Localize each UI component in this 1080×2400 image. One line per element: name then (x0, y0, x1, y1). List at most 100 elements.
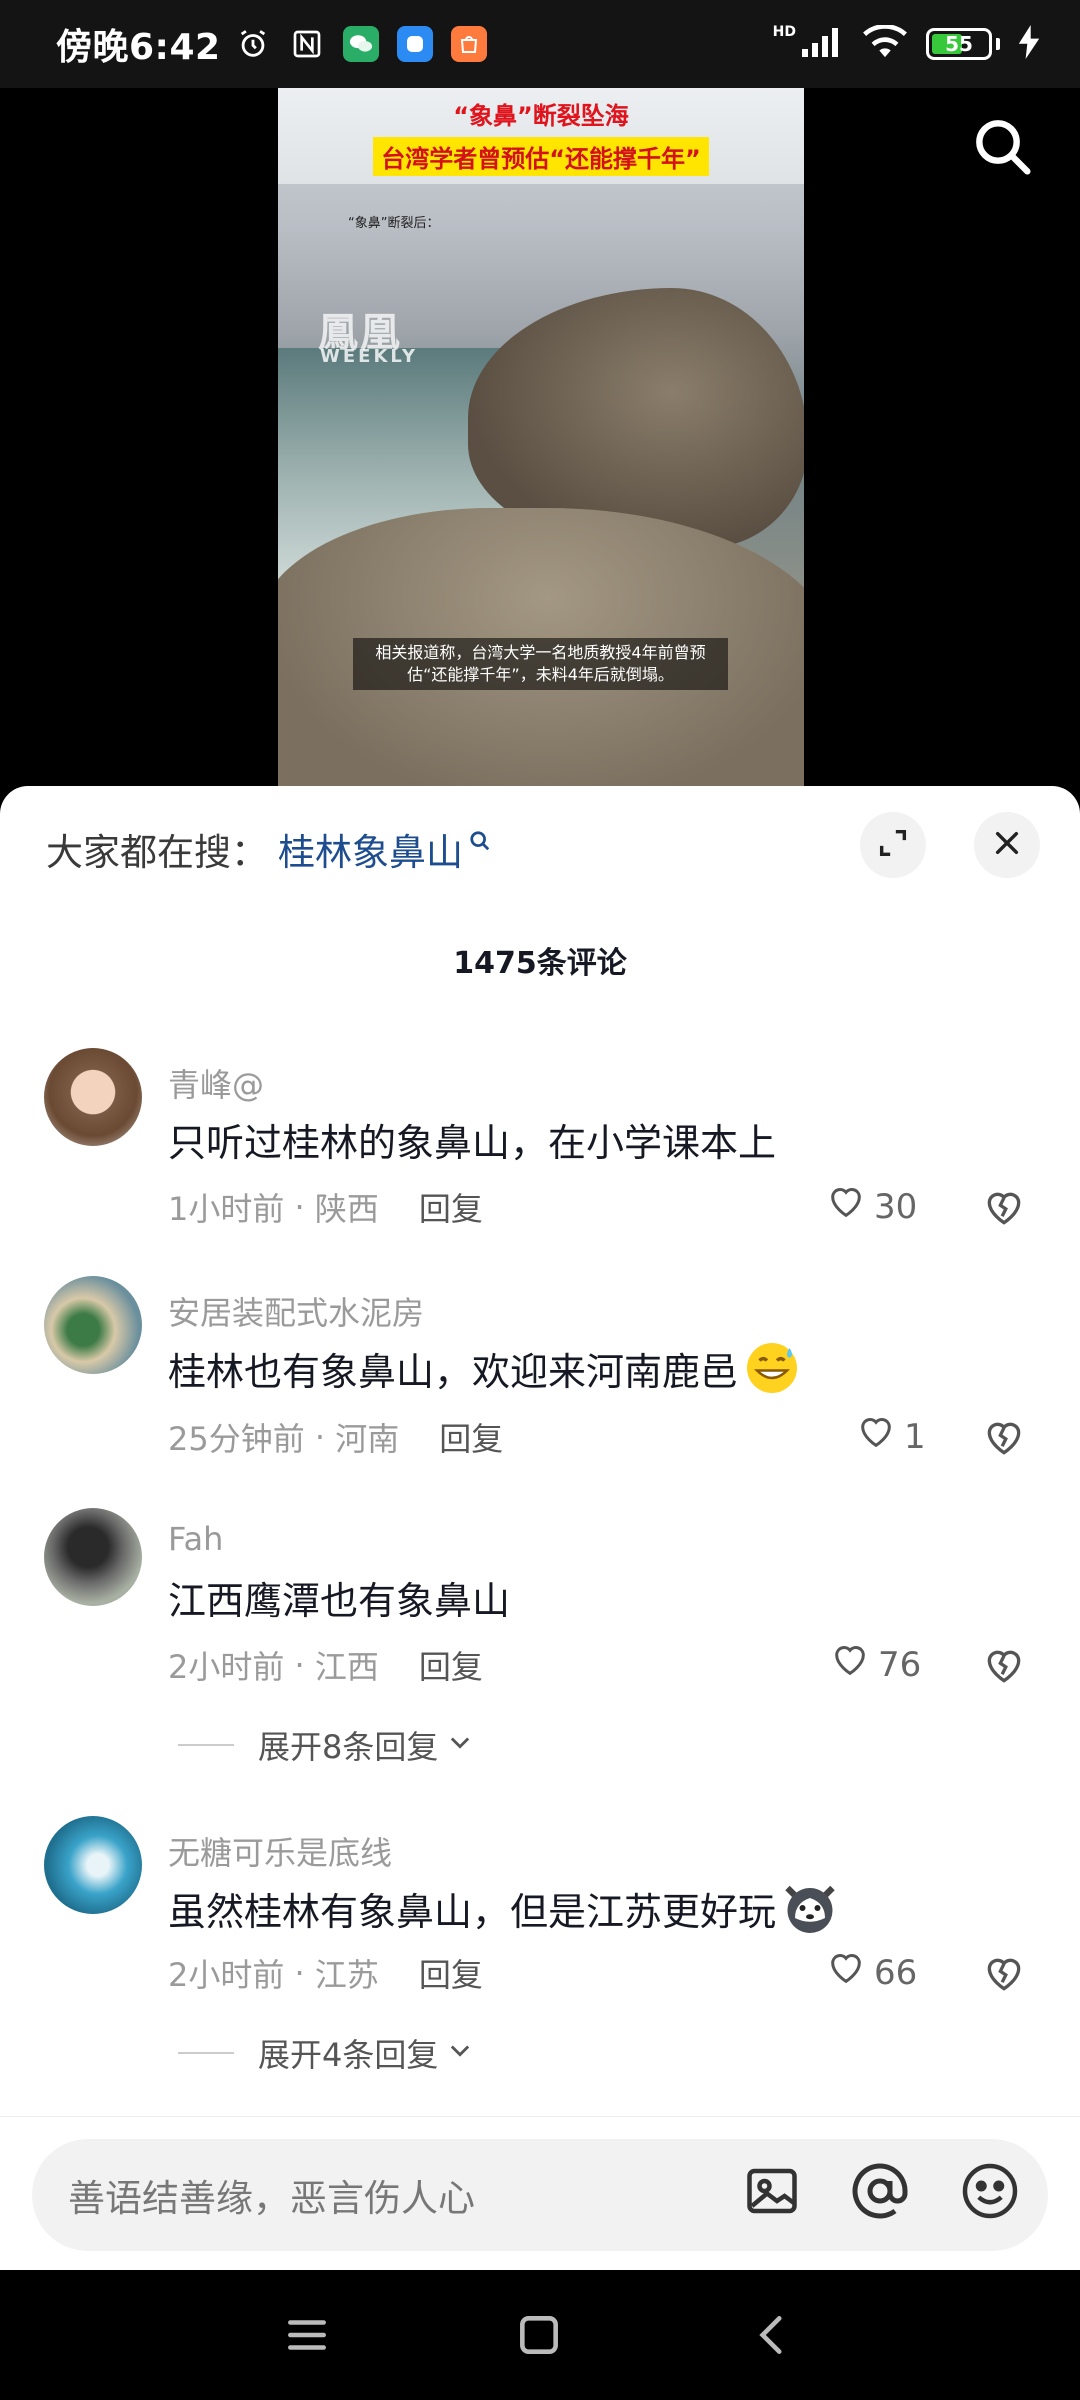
chevron-down-icon (446, 2034, 474, 2072)
sweat-smile-emoji-icon (742, 1338, 802, 1398)
status-time: 傍晚6:42 (56, 27, 221, 68)
battery-indicator: 55 (926, 28, 992, 60)
comment-meta: 2小时前 · 江苏 回复 (168, 1950, 483, 1996)
comment-text: 虽然桂林有象鼻山，但是江苏更好玩 (168, 1878, 840, 1938)
expand-panel-button[interactable] (860, 812, 926, 878)
like-count: 76 (878, 1644, 922, 1685)
video-headline-top: “象鼻”断裂坠海 (453, 102, 629, 130)
comment-username[interactable]: 青峰@ (168, 1060, 264, 1106)
back-icon[interactable] (748, 2310, 798, 2360)
comment-time: 1小时前 (168, 1190, 285, 1228)
reply-button[interactable]: 回复 (419, 1184, 483, 1230)
small-search-icon[interactable] (469, 818, 491, 861)
comment-username[interactable]: 安居装配式水泥房 (168, 1288, 424, 1334)
comment-username[interactable]: Fah (168, 1520, 223, 1558)
status-notification-icons (235, 26, 487, 62)
signal-icon (800, 25, 844, 63)
comment-meta: 25分钟前 · 河南 回复 (168, 1414, 503, 1460)
search-icon[interactable] (970, 114, 1034, 178)
like-button[interactable]: 76 (830, 1640, 921, 1689)
battery-level: 55 (945, 32, 973, 56)
like-count: 30 (874, 1186, 918, 1227)
dislike-icon[interactable] (982, 1952, 1026, 1996)
reply-button[interactable]: 回复 (419, 1950, 483, 1996)
heart-icon (856, 1412, 896, 1461)
comments-panel: 大家都在搜： 桂林象鼻山 1475条评论 青峰@ 只听过桂林的象鼻山，在小学课本… (0, 786, 1080, 2270)
comment-text: 桂林也有象鼻山，欢迎来河南鹿邑 (168, 1338, 802, 1398)
avatar[interactable] (44, 1816, 142, 1914)
expand-replies-button[interactable]: 展开4条回复 (178, 2030, 474, 2076)
expand-icon (876, 826, 910, 864)
comment-time: 2小时前 (168, 1648, 285, 1686)
comment-count: 1475条评论 (453, 946, 627, 981)
avatar[interactable] (44, 1276, 142, 1374)
comment-meta: 1小时前 · 陕西 回复 (168, 1184, 483, 1230)
expand-replies-label: 展开8条回复 (258, 1728, 439, 1766)
like-count: 1 (904, 1416, 926, 1457)
heart-icon (830, 1640, 870, 1689)
comment-time: 2小时前 (168, 1956, 285, 1994)
app-blue-icon (396, 26, 433, 62)
nfc-icon (289, 26, 325, 62)
video-frame[interactable]: “象鼻”断裂坠海 台湾学者曾预估“还能撑千年” “象鼻”断裂后： 鳳凰 WEEK… (278, 88, 804, 788)
video-small-label: “象鼻”断裂后： (348, 216, 440, 231)
like-button[interactable]: 1 (856, 1412, 926, 1461)
expand-replies-label: 展开4条回复 (258, 2036, 439, 2074)
expand-replies-button[interactable]: 展开8条回复 (178, 1722, 474, 1768)
comment-location: 江西 (314, 1648, 379, 1686)
like-button[interactable]: 66 (826, 1948, 917, 1997)
comment-location: 河南 (335, 1420, 400, 1458)
meta-separator: · (284, 1954, 315, 1992)
home-icon[interactable] (514, 2310, 564, 2360)
app-orange-icon (450, 26, 487, 62)
reply-button[interactable]: 回复 (439, 1414, 503, 1460)
dislike-icon[interactable] (982, 1186, 1026, 1230)
heart-icon (826, 1948, 866, 1997)
video-headline-bottom: 台湾学者曾预估“还能撑千年” (373, 137, 709, 176)
close-icon (991, 827, 1023, 863)
meta-separator: · (304, 1418, 336, 1456)
avatar[interactable] (44, 1048, 142, 1146)
wechat-icon (342, 26, 379, 62)
battery-cap (996, 38, 1000, 50)
comment-text: 只听过桂林的象鼻山，在小学课本上 (168, 1121, 777, 1165)
network-type-label: HD (772, 24, 796, 40)
avatar[interactable] (44, 1508, 142, 1606)
meta-separator: · (284, 1646, 315, 1684)
comment-input-bar: 善语结善缘，恶言伤人心 (0, 2116, 1080, 2270)
comment-meta: 2小时前 · 江西 回复 (168, 1642, 483, 1688)
trending-search: 大家都在搜： 桂林象鼻山 (46, 822, 491, 876)
chevron-down-icon (446, 1726, 474, 1764)
wifi-icon (862, 24, 908, 63)
meta-separator: · (284, 1188, 315, 1226)
comment-location: 陕西 (314, 1190, 379, 1228)
emoji-icon[interactable] (960, 2161, 1020, 2221)
comment-location: 江苏 (314, 1956, 379, 1994)
status-bar: 傍晚6:42 HD 55 (0, 0, 1080, 88)
comment-text-content: 虽然桂林有象鼻山，但是江苏更好玩 (168, 1889, 777, 1934)
comment-username[interactable]: 无糖可乐是底线 (168, 1828, 392, 1874)
reply-button[interactable]: 回复 (419, 1642, 483, 1688)
watermark-logo-sub: WEEKLY (320, 346, 419, 367)
video-caption: 相关报道称，台湾大学一名地质教授4年前曾预估“还能撑千年”，未料4年后就倒塌。 (353, 638, 728, 690)
video-headline: “象鼻”断裂坠海 台湾学者曾预估“还能撑千年” (278, 88, 804, 184)
charging-icon (1018, 25, 1040, 63)
trending-search-link[interactable]: 桂林象鼻山 (278, 822, 463, 876)
dislike-icon[interactable] (982, 1644, 1026, 1688)
dislike-icon[interactable] (982, 1416, 1026, 1460)
menu-icon[interactable] (282, 2310, 332, 2360)
mention-icon[interactable] (850, 2161, 910, 2221)
husky-emoji-icon (780, 1878, 840, 1938)
comment-text: 江西鹰潭也有象鼻山 (168, 1579, 511, 1623)
expand-divider (178, 2052, 234, 2054)
system-navigation-bar (0, 2270, 1080, 2400)
expand-divider (178, 1744, 234, 1746)
comment-text-content: 桂林也有象鼻山，欢迎来河南鹿邑 (168, 1349, 739, 1394)
trending-label: 大家都在搜： (46, 831, 268, 874)
video-player[interactable]: “象鼻”断裂坠海 台湾学者曾预估“还能撑千年” “象鼻”断裂后： 鳳凰 WEEK… (0, 88, 1080, 788)
close-panel-button[interactable] (974, 812, 1040, 878)
like-button[interactable]: 30 (826, 1182, 917, 1231)
alarm-icon (235, 26, 271, 62)
comment-input-placeholder: 善语结善缘，恶言伤人心 (68, 2177, 475, 2220)
image-icon[interactable] (742, 2161, 802, 2221)
